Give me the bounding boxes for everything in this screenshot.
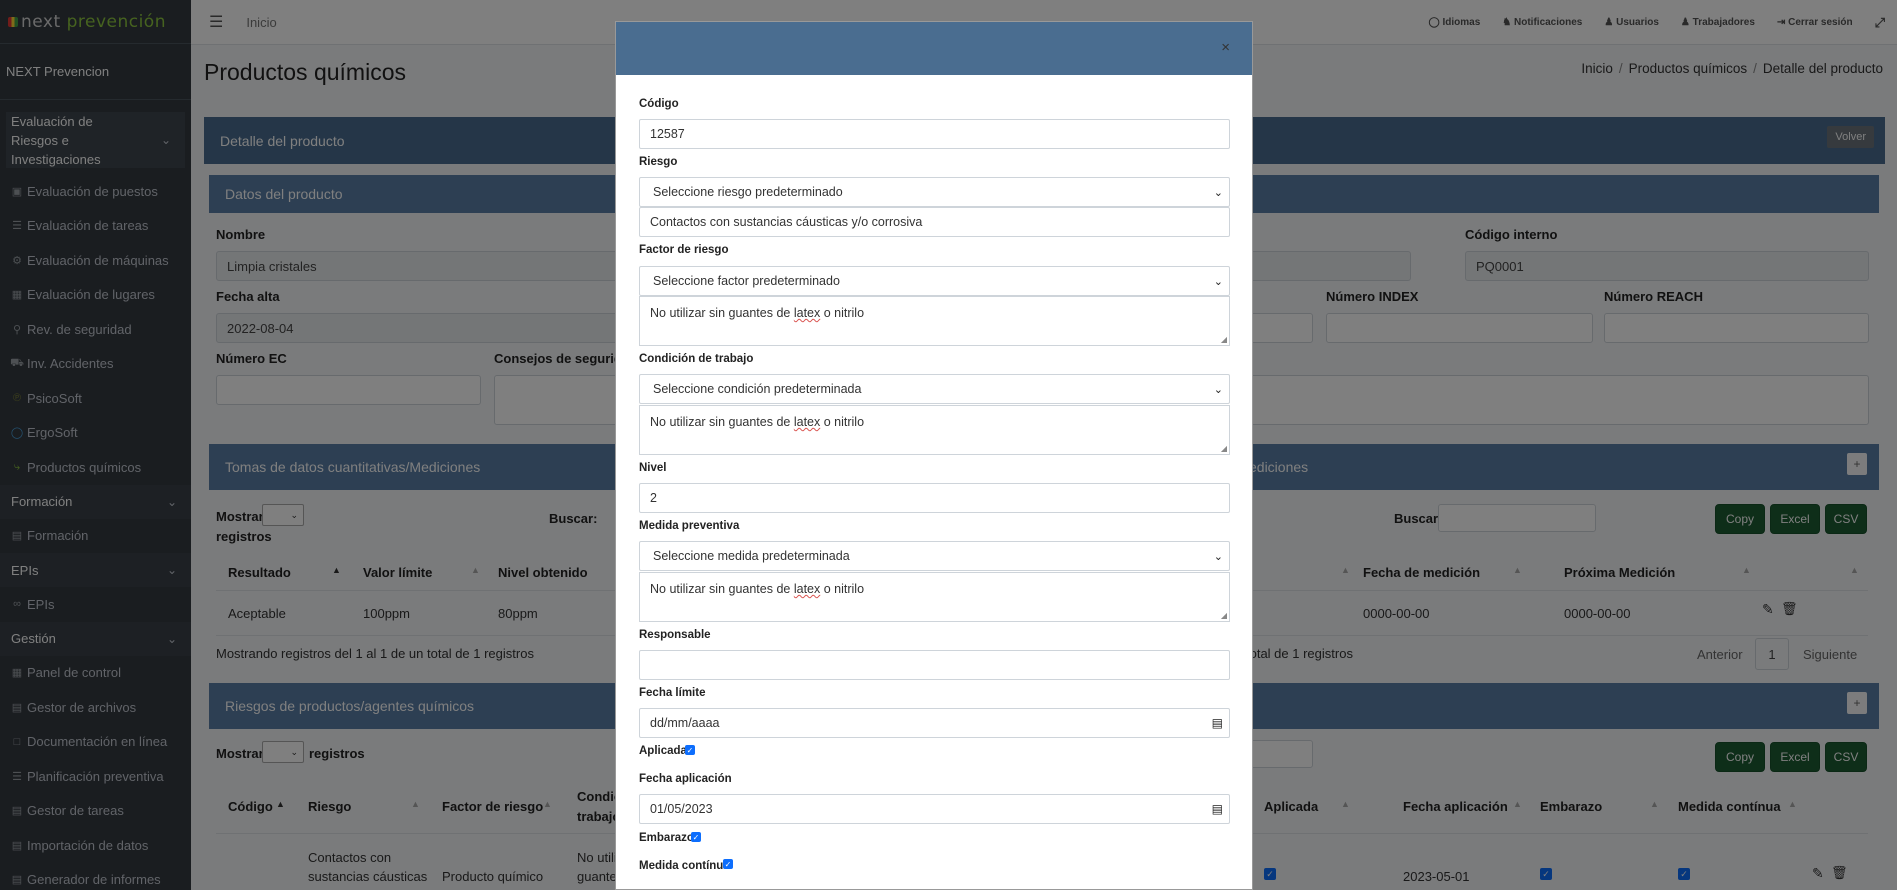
edit-riesgo-modal: × Código 12587 Riesgo Seleccione riesgo …: [615, 21, 1253, 890]
medida-textarea[interactable]: No utilizar sin guantes de latex o nitri…: [639, 572, 1230, 622]
calendar-icon[interactable]: ▤: [1212, 802, 1223, 816]
nivel-label: Nivel: [639, 462, 667, 474]
resize-grip-icon[interactable]: ◢: [1221, 335, 1227, 344]
chevron-down-icon: ⌄: [1213, 186, 1223, 199]
calendar-icon[interactable]: ▤: [1212, 716, 1223, 730]
condicion-select[interactable]: Seleccione condición predeterminada ⌄: [639, 374, 1230, 404]
fecha-limite-value: dd/mm/aaaa: [650, 716, 720, 730]
embarazo-label: Embarazo: [639, 832, 694, 844]
aplicada-checkbox[interactable]: ✓: [685, 745, 695, 755]
textarea-text: o nitrilo: [820, 415, 865, 429]
condicion-select-value: Seleccione condición predeterminada: [653, 382, 862, 396]
condicion-label: Condición de trabajo: [639, 353, 754, 365]
modal-header: ×: [616, 22, 1252, 75]
riesgo-label: Riesgo: [639, 156, 678, 168]
spellcheck-word: latex: [793, 415, 821, 429]
chevron-down-icon: ⌄: [1213, 275, 1223, 288]
medida-select[interactable]: Seleccione medida predeterminada ⌄: [639, 541, 1230, 571]
codigo-field[interactable]: 12587: [639, 119, 1230, 149]
resize-grip-icon[interactable]: ◢: [1221, 444, 1227, 453]
embarazo-checkbox[interactable]: ✓: [691, 832, 701, 842]
spellcheck-word: latex: [793, 306, 821, 320]
riesgo-select[interactable]: Seleccione riesgo predeterminado ⌄: [639, 177, 1230, 207]
factor-select[interactable]: Seleccione factor predeterminado ⌄: [639, 266, 1230, 296]
chevron-down-icon: ⌄: [1213, 383, 1223, 396]
medida-label: Medida preventiva: [639, 520, 740, 532]
factor-label: Factor de riesgo: [639, 244, 729, 256]
close-icon[interactable]: ×: [1221, 39, 1230, 56]
chevron-down-icon: ⌄: [1213, 550, 1223, 563]
condicion-textarea[interactable]: No utilizar sin guantes de latex o nitri…: [639, 405, 1230, 455]
textarea-text: o nitrilo: [820, 582, 865, 596]
riesgo-field[interactable]: Contactos con sustancias cáusticas y/o c…: [639, 207, 1230, 237]
textarea-text: No utilizar sin guantes de: [650, 306, 794, 320]
riesgo-select-value: Seleccione riesgo predeterminado: [653, 185, 843, 199]
responsable-field[interactable]: [639, 650, 1230, 680]
factor-textarea[interactable]: No utilizar sin guantes de latex o nitri…: [639, 296, 1230, 346]
textarea-text: o nitrilo: [820, 306, 865, 320]
resize-grip-icon[interactable]: ◢: [1221, 611, 1227, 620]
codigo-label: Código: [639, 98, 679, 110]
fecha-aplicacion-value: 01/05/2023: [650, 802, 713, 816]
medida-continua-checkbox[interactable]: ✓: [723, 859, 733, 869]
medida-continua-label: Medida contínua: [639, 860, 730, 872]
nivel-field[interactable]: 2: [639, 483, 1230, 513]
fecha-aplicacion-label: Fecha aplicación: [639, 773, 732, 785]
fecha-aplicacion-field[interactable]: 01/05/2023 ▤: [639, 794, 1230, 824]
fecha-limite-label: Fecha límite: [639, 687, 706, 699]
responsable-label: Responsable: [639, 629, 711, 641]
factor-select-value: Seleccione factor predeterminado: [653, 274, 840, 288]
fecha-limite-field[interactable]: dd/mm/aaaa ▤: [639, 708, 1230, 738]
textarea-text: No utilizar sin guantes de: [650, 415, 794, 429]
spellcheck-word: latex: [793, 582, 821, 596]
medida-select-value: Seleccione medida predeterminada: [653, 549, 850, 563]
textarea-text: No utilizar sin guantes de: [650, 582, 794, 596]
aplicada-label: Aplicada: [639, 745, 687, 757]
